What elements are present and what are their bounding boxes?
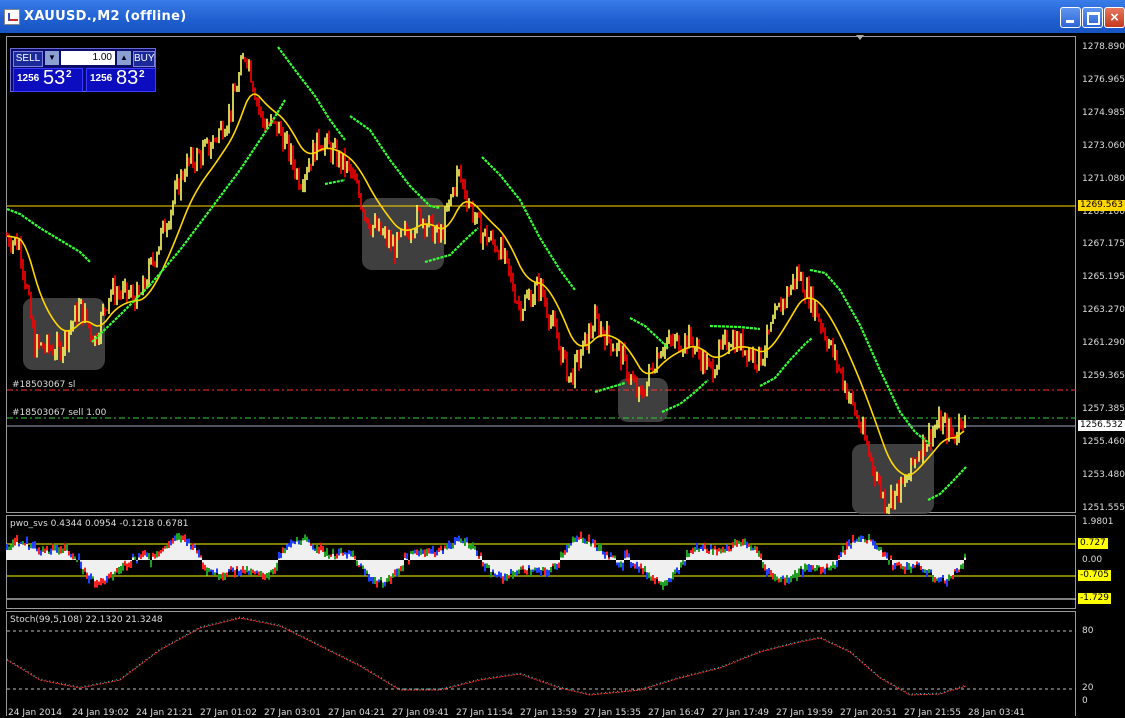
time-tick: 27 Jan 19:59 bbox=[776, 708, 833, 718]
time-tick: 27 Jan 21:55 bbox=[904, 708, 961, 718]
pwo-bottom-box: -1.729 bbox=[1078, 593, 1112, 604]
envelope-band-line bbox=[349, 115, 441, 210]
highlight-box bbox=[362, 198, 444, 270]
price-tick: 1255.460 bbox=[1082, 436, 1125, 447]
current-price-box: 1256.532 bbox=[1078, 420, 1125, 431]
stop-loss-label: #18503067 sl bbox=[12, 380, 76, 390]
chart-canvas bbox=[6, 35, 1076, 696]
price-tick: 1263.270 bbox=[1082, 305, 1125, 316]
stoch-main-line bbox=[6, 616, 967, 695]
bid-price-prefix: 1256 bbox=[17, 73, 40, 84]
time-tick: 27 Jan 16:47 bbox=[648, 708, 705, 718]
time-tick: 27 Jan 20:51 bbox=[840, 708, 897, 718]
price-tick: 1273.060 bbox=[1082, 140, 1125, 151]
time-tick: 27 Jan 03:01 bbox=[264, 708, 321, 718]
bid-price-main: 53 bbox=[43, 67, 66, 89]
stoch-signal-line bbox=[6, 617, 967, 696]
envelope-band-line bbox=[6, 207, 91, 263]
pwo-lower-box: -0.705 bbox=[1078, 570, 1112, 581]
stoch-0-tick: 0 bbox=[1082, 696, 1088, 706]
time-tick: 27 Jan 15:35 bbox=[584, 708, 641, 718]
time-tick: 28 Jan 03:41 bbox=[968, 708, 1025, 718]
ask-price-main: 83 bbox=[116, 67, 139, 89]
price-tick: 1253.480 bbox=[1082, 469, 1125, 480]
pwo-zero-tick: 0.00 bbox=[1082, 555, 1103, 565]
time-tick: 27 Jan 09:41 bbox=[392, 708, 449, 718]
stoch-80-tick: 80 bbox=[1082, 626, 1094, 636]
stoch-20-tick: 20 bbox=[1082, 683, 1094, 693]
stoch-label: Stoch(99,5,108) 22.1320 21.3248 bbox=[10, 615, 163, 625]
envelope-band-line bbox=[629, 317, 669, 349]
time-tick: 27 Jan 17:49 bbox=[712, 708, 769, 718]
time-tick: 24 Jan 21:21 bbox=[136, 708, 193, 718]
envelope-band-line bbox=[661, 379, 709, 414]
one-click-trade-panel: SELL ▼ 1.00 ▲ BUY 1256 53 2 1256 83 2 bbox=[10, 48, 156, 92]
lot-size-input[interactable]: 1.00 bbox=[61, 51, 115, 65]
price-tick: 1274.985 bbox=[1082, 107, 1125, 118]
price-tick: 1278.890 bbox=[1082, 42, 1125, 52]
price-tick: 1276.965 bbox=[1082, 74, 1125, 85]
chart-shift-marker-icon bbox=[856, 35, 864, 40]
hline-price-box: 1269.563 bbox=[1078, 200, 1125, 211]
price-tick: 1259.365 bbox=[1082, 371, 1125, 381]
entry-order-label: #18503067 sell 1.00 bbox=[12, 408, 107, 418]
time-tick: 27 Jan 04:21 bbox=[328, 708, 385, 718]
price-tick: 1267.175 bbox=[1082, 239, 1125, 250]
bid-price-point: 2 bbox=[66, 69, 72, 80]
time-tick: 24 Jan 19:02 bbox=[72, 708, 129, 718]
pwo-label: pwo_svs 0.4344 0.0954 -0.1218 0.6781 bbox=[10, 519, 189, 529]
buy-button[interactable]: BUY bbox=[133, 51, 155, 67]
price-tick: 1257.385 bbox=[1082, 403, 1125, 414]
price-tick: 1271.080 bbox=[1082, 173, 1125, 184]
lot-down-icon[interactable]: ▼ bbox=[45, 51, 59, 65]
envelope-band-line bbox=[324, 178, 346, 186]
time-tick: 24 Jan 2014 bbox=[8, 708, 62, 718]
time-tick: 27 Jan 01:02 bbox=[200, 708, 257, 718]
time-tick: 27 Jan 11:54 bbox=[456, 708, 513, 718]
highlight-box bbox=[618, 378, 668, 422]
ask-price-prefix: 1256 bbox=[90, 73, 113, 84]
time-tick: 27 Jan 13:59 bbox=[520, 708, 577, 718]
ask-price-point: 2 bbox=[139, 69, 145, 80]
price-tick: 1265.195 bbox=[1082, 272, 1125, 283]
pwo-top-tick: 1.9801 bbox=[1082, 517, 1114, 527]
price-tick: 1251.555 bbox=[1082, 502, 1125, 513]
envelope-band-line bbox=[709, 324, 761, 331]
price-tick: 1261.290 bbox=[1082, 338, 1125, 349]
envelope-band-line bbox=[481, 156, 576, 291]
pwo-upper-box: 0.727 bbox=[1078, 538, 1108, 549]
sell-button[interactable]: SELL bbox=[13, 51, 43, 67]
ask-price-button[interactable]: 1256 83 2 bbox=[86, 67, 156, 92]
lot-up-icon[interactable]: ▲ bbox=[117, 51, 131, 65]
bid-price-button[interactable]: 1256 53 2 bbox=[13, 67, 83, 92]
